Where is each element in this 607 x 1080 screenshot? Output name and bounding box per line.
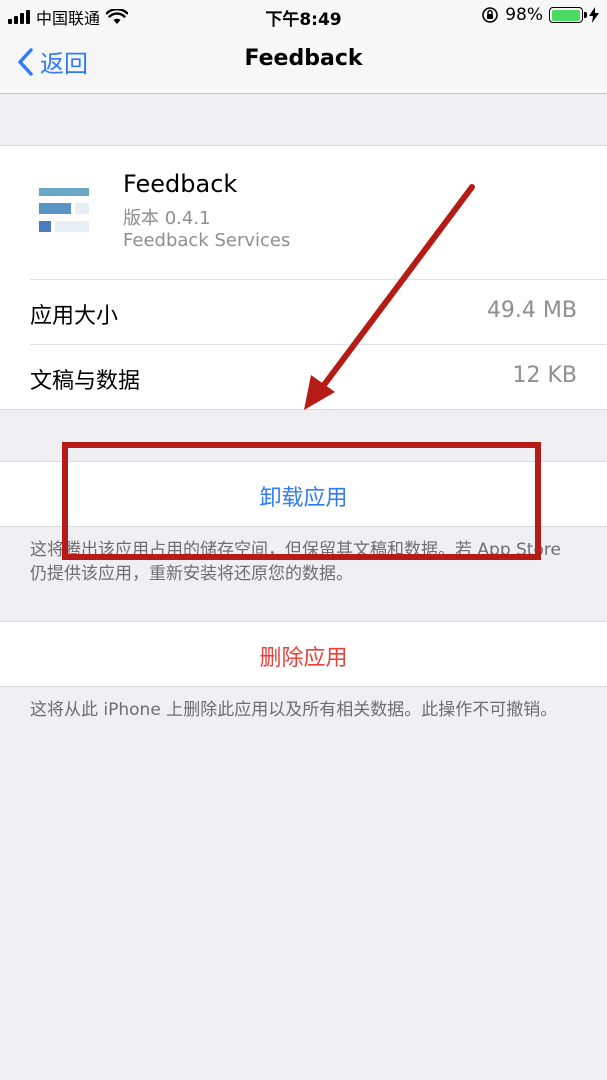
orientation-lock-icon <box>482 7 499 23</box>
delete-footnote: 这将从此 iPhone 上删除此应用以及所有相关数据。此操作不可撤销。 <box>30 700 558 720</box>
app-info-card: Feedback 版本 0.4.1 Feedback Services 应用大小… <box>0 145 607 410</box>
app-version: 版本 0.4.1 <box>123 208 211 229</box>
app-size-value: 49.4 MB <box>486 298 577 323</box>
delete-card: 删除应用 <box>0 621 607 687</box>
navigation-bar: 返回 Feedback <box>0 32 607 94</box>
page-title: Feedback <box>244 46 363 71</box>
documents-data-value: 12 KB <box>512 363 577 388</box>
app-icon <box>39 188 89 232</box>
documents-data-row: 文稿与数据 12 KB <box>30 344 607 409</box>
documents-data-label: 文稿与数据 <box>30 369 141 394</box>
charging-bolt-icon <box>589 7 599 23</box>
delete-app-button[interactable]: 删除应用 <box>0 640 607 672</box>
status-bar: 中国联通 下午8:49 98% <box>0 0 607 32</box>
offload-app-button[interactable]: 卸载应用 <box>0 480 607 512</box>
app-name: Feedback <box>123 170 238 198</box>
status-right: 98% <box>481 5 599 25</box>
battery-level <box>551 9 580 21</box>
offload-card: 卸载应用 <box>0 461 607 527</box>
battery-icon <box>549 7 587 23</box>
app-size-row: 应用大小 49.4 MB <box>30 279 607 344</box>
offload-footnote: 这将腾出该应用占用的储存空间，但保留其文稿和数据。若 App Store 仍提供… <box>30 540 561 584</box>
battery-percent: 98% <box>505 5 543 25</box>
app-header: Feedback 版本 0.4.1 Feedback Services <box>0 146 607 279</box>
app-vendor: Feedback Services <box>123 230 291 251</box>
app-size-label: 应用大小 <box>30 304 119 329</box>
